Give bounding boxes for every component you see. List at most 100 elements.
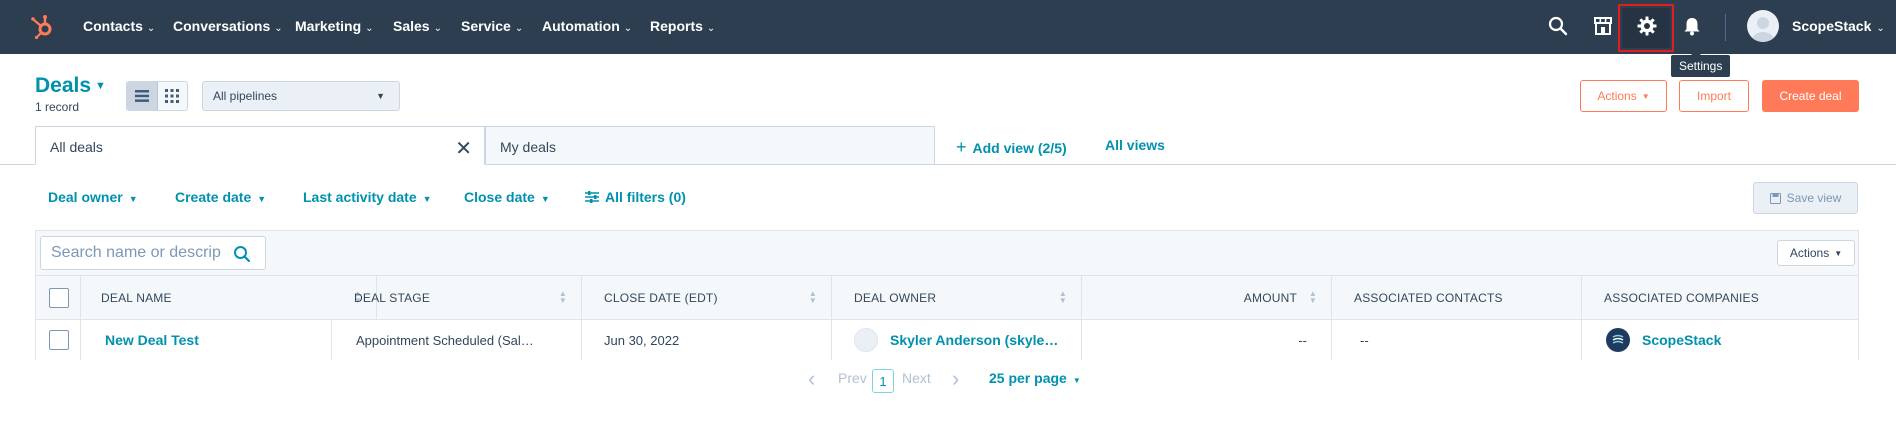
chevron-down-icon: ⌄	[623, 23, 633, 34]
nav-reports[interactable]: Reports ⌄	[650, 18, 715, 34]
nav-divider	[1725, 14, 1726, 41]
filter-close-date[interactable]: Close date ▼	[464, 189, 550, 205]
save-view-button[interactable]: Save view	[1753, 182, 1858, 214]
filter-create-date[interactable]: Create date ▼	[175, 189, 266, 205]
avatar[interactable]	[1747, 10, 1779, 42]
column-header-amount[interactable]: AMOUNT ▲ ▼	[1082, 276, 1332, 319]
nav-service[interactable]: Service ⌄	[461, 18, 523, 34]
user-silhouette-icon	[1752, 17, 1774, 42]
grid-icon	[165, 89, 180, 103]
pipeline-select[interactable]: All pipelines ▼	[202, 81, 400, 111]
chevron-left-icon[interactable]: ‹	[808, 366, 815, 392]
list-view-button[interactable]	[127, 82, 158, 110]
nav-sales[interactable]: Sales ⌄	[393, 18, 442, 34]
deal-name-link[interactable]: New Deal Test	[105, 332, 199, 348]
top-navigation: Contacts ⌄ Conversations ⌄ Marketing ⌄ Sale…	[0, 0, 1896, 54]
settings-tooltip: Settings	[1671, 50, 1731, 77]
column-header-deal-owner[interactable]: DEAL OWNER ▲ ▼	[832, 276, 1082, 319]
actions-button[interactable]: Actions ▼	[1580, 80, 1667, 112]
filter-sliders-icon	[585, 191, 599, 203]
all-filters-button[interactable]: All filters (0)	[585, 189, 686, 205]
sort-icon: ▲ ▼	[1058, 289, 1067, 305]
import-button[interactable]: Import	[1679, 80, 1749, 112]
add-view-link[interactable]: + Add view (2/5)	[956, 137, 1067, 158]
nav-conversations[interactable]: Conversations ⌄	[173, 18, 283, 34]
current-page[interactable]: 1	[872, 369, 894, 393]
caret-down-icon: ▼	[376, 91, 385, 101]
tab-label: All deals	[50, 139, 103, 155]
prev-page-button[interactable]: Prev	[838, 370, 867, 386]
tab-my-deals[interactable]: My deals	[485, 126, 935, 165]
close-icon[interactable]: ✕	[455, 136, 472, 161]
sort-icon: ▲ ▼	[808, 289, 817, 305]
chevron-down-icon: ⌄	[706, 23, 716, 34]
bell-icon[interactable]	[1681, 15, 1703, 37]
filter-last-activity-date[interactable]: Last activity date ▼	[303, 189, 432, 205]
column-header-associated-companies[interactable]: ASSOCIATED COMPANIES	[1582, 276, 1858, 319]
tab-label: My deals	[500, 139, 557, 155]
chevron-down-icon: ⌄	[365, 23, 374, 34]
account-menu[interactable]: ScopeStack ⌄	[1792, 18, 1885, 34]
caret-down-icon: ▼	[1641, 91, 1650, 101]
nav-contacts[interactable]: Contacts ⌄	[83, 18, 155, 34]
list-icon	[134, 90, 149, 102]
caret-down-icon: ▼	[422, 194, 432, 204]
search-icon[interactable]	[233, 245, 251, 263]
chevron-down-icon: ⌄	[1876, 23, 1885, 34]
column-header-deal-stage[interactable]: DEAL STAGE ▲ ▼	[332, 276, 582, 319]
marketplace-icon[interactable]	[1592, 15, 1614, 37]
caret-down-icon: ▼	[540, 194, 550, 204]
company-logo	[1606, 328, 1630, 352]
all-views-link[interactable]: All views	[1105, 137, 1165, 153]
tab-all-deals[interactable]: All deals ✕	[35, 126, 485, 165]
chevron-right-icon[interactable]: ›	[952, 366, 959, 392]
company-link[interactable]: ScopeStack	[1642, 332, 1721, 348]
chevron-down-icon: ⌄	[146, 23, 156, 34]
owner-avatar	[854, 328, 878, 352]
floppy-disk-icon	[1769, 192, 1781, 204]
search-box	[40, 236, 266, 270]
associated-contacts-cell[interactable]: --	[1332, 320, 1582, 360]
sort-icon: ▲ ▼	[1308, 289, 1317, 305]
view-toggle	[126, 81, 188, 111]
caret-down-icon: ▼	[257, 194, 267, 204]
column-header-close-date[interactable]: CLOSE DATE (EDT) ▲ ▼	[582, 276, 832, 319]
record-count: 1 record	[35, 100, 80, 114]
chevron-down-icon: ⌄	[433, 23, 442, 34]
create-deal-button[interactable]: Create deal	[1762, 80, 1859, 112]
table-actions-button[interactable]: Actions ▼	[1777, 240, 1855, 266]
filter-deal-owner[interactable]: Deal owner ▼	[48, 189, 138, 205]
row-checkbox[interactable]	[49, 330, 69, 350]
row-select-cell	[36, 320, 81, 360]
caret-down-icon: ▼	[128, 194, 138, 204]
caret-down-icon: ▼	[95, 80, 106, 93]
column-header-associated-contacts[interactable]: ASSOCIATED CONTACTS	[1332, 276, 1582, 319]
deal-stage-cell[interactable]: Appointment Scheduled (Sal…	[332, 320, 582, 360]
deal-owner-cell: Skyler Anderson (skyle…	[832, 320, 1082, 360]
table-header-row: DEAL NAME ▲ ▼ DEAL STAGE ▲ ▼ CLOSE DATE (EDT…	[36, 276, 1858, 320]
chevron-down-icon: ⌄	[514, 23, 524, 34]
amount-cell[interactable]: --	[1082, 320, 1332, 360]
caret-down-icon: ▼	[1072, 376, 1081, 385]
board-view-button[interactable]	[157, 82, 187, 110]
search-icon[interactable]	[1547, 15, 1569, 37]
select-all-checkbox[interactable]	[49, 287, 69, 308]
next-page-button[interactable]: Next	[902, 370, 931, 386]
caret-down-icon: ▼	[1834, 248, 1843, 258]
deals-table: Actions▼ DEAL NAME▲▼ DEAL STAGE▲▼ CLOSE …	[35, 230, 1859, 360]
deal-owner-link[interactable]: Skyler Anderson (skyle…	[890, 332, 1058, 348]
search-input[interactable]	[51, 238, 221, 268]
associated-companies-cell: ScopeStack	[1582, 320, 1858, 360]
per-page-select[interactable]: 25 per page ▼	[989, 370, 1081, 386]
plus-icon: +	[956, 137, 967, 157]
close-date-cell[interactable]: Jun 30, 2022	[582, 320, 832, 360]
nav-marketing[interactable]: Marketing ⌄	[295, 18, 374, 34]
page-title[interactable]: Deals ▼	[35, 74, 106, 98]
nav-automation[interactable]: Automation ⌄	[542, 18, 632, 34]
sort-icon: ▲ ▼	[558, 289, 567, 305]
scopestack-logo-icon	[1612, 334, 1624, 344]
deal-name-cell: New Deal Test	[81, 320, 332, 360]
settings-highlight-box	[1618, 4, 1674, 52]
hubspot-logo-icon[interactable]	[28, 13, 56, 41]
table-row: New Deal Test Appointment Scheduled (Sal…	[36, 320, 1858, 360]
